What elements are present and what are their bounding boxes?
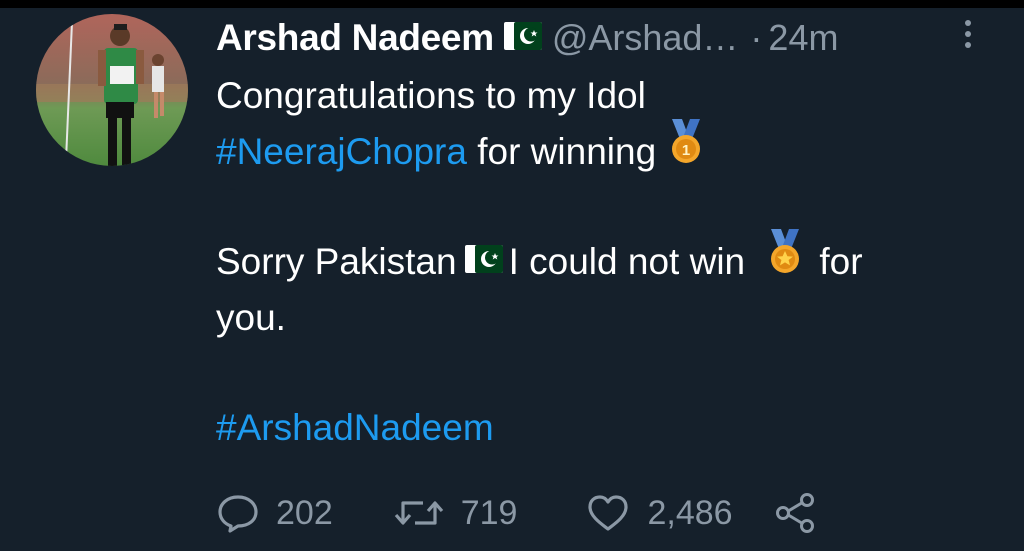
pakistan-flag-icon bbox=[503, 21, 542, 55]
like-count: 2,486 bbox=[647, 493, 733, 532]
avatar[interactable] bbox=[36, 14, 188, 166]
first-place-medal-icon: 1 bbox=[666, 119, 706, 181]
tweet-actions: 202 719 2,486 bbox=[216, 488, 817, 538]
tweet-line-3: Sorry Pakistan I could not win for bbox=[216, 229, 996, 290]
author-handle[interactable]: @Arshad… bbox=[552, 17, 739, 59]
pakistan-flag-icon bbox=[464, 233, 503, 289]
share-icon bbox=[773, 491, 817, 535]
tweet-line-2: #NeerajChopra for winning 1 bbox=[216, 119, 996, 180]
tweet-line-4: you. bbox=[216, 297, 286, 338]
top-edge bbox=[0, 0, 1024, 8]
retweet-count: 719 bbox=[460, 493, 518, 532]
tweet-line-5: #ArshadNadeem bbox=[216, 400, 996, 456]
reply-button[interactable]: 202 bbox=[216, 493, 333, 533]
svg-text:1: 1 bbox=[682, 142, 690, 159]
tweet-time[interactable]: 24m bbox=[768, 17, 838, 59]
hashtag-arshadnadeem[interactable]: #ArshadNadeem bbox=[216, 407, 494, 448]
tweet-line-1: Congratulations to my Idol bbox=[216, 75, 646, 116]
hashtag-neerajchopra[interactable]: #NeerajChopra bbox=[216, 131, 467, 172]
like-button[interactable]: 2,486 bbox=[585, 493, 733, 533]
comment-bubble-icon bbox=[216, 493, 260, 533]
more-vertical-icon[interactable] bbox=[956, 14, 980, 54]
author-name[interactable]: Arshad Nadeem bbox=[216, 17, 494, 59]
reply-count: 202 bbox=[276, 493, 333, 532]
medal-icon bbox=[765, 229, 805, 291]
retweet-button[interactable]: 719 bbox=[393, 493, 518, 533]
tweet-card[interactable]: Arshad Nadeem @Arshad… · 24m Congratulat… bbox=[0, 0, 1024, 551]
share-button[interactable] bbox=[773, 491, 817, 535]
heart-icon bbox=[585, 493, 631, 533]
header-separator: · bbox=[750, 17, 763, 58]
tweet-text: Congratulations to my Idol #NeerajChopra… bbox=[216, 68, 996, 456]
retweet-icon bbox=[393, 493, 445, 533]
tweet-header: Arshad Nadeem @Arshad… · 24m bbox=[216, 14, 838, 62]
